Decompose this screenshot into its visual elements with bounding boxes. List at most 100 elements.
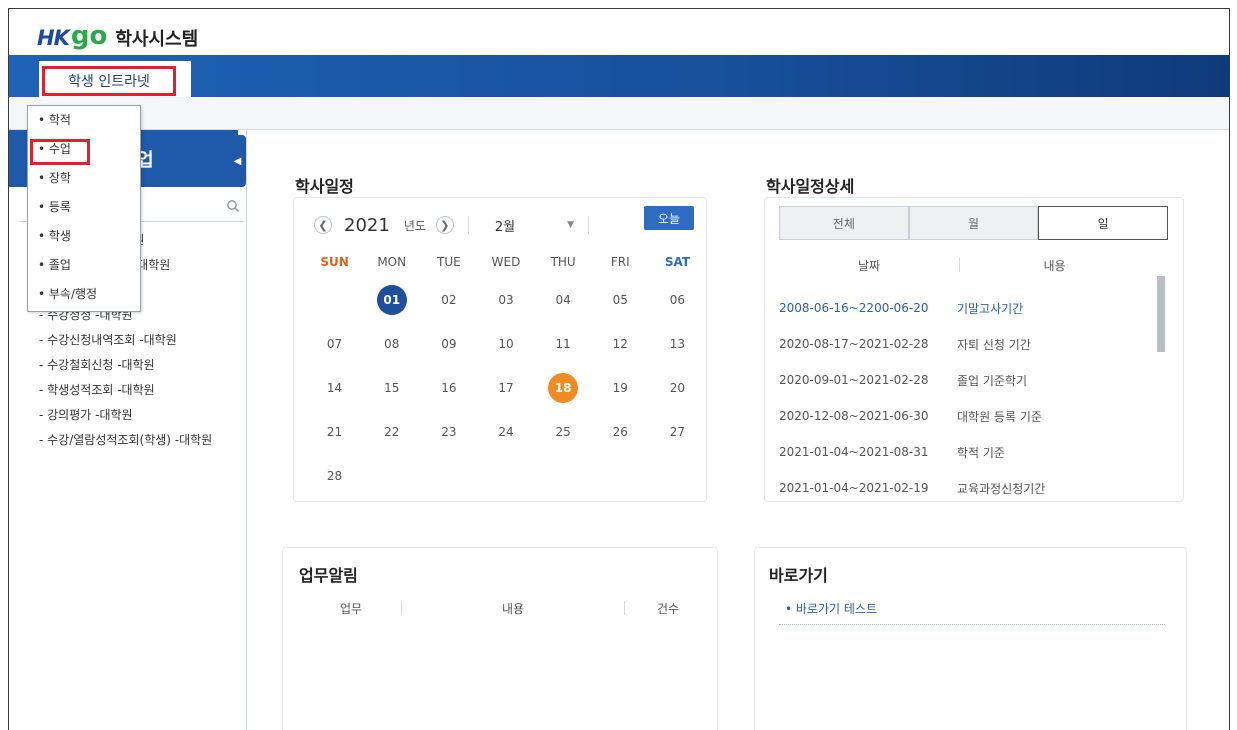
calendar-day[interactable]: 09 <box>420 337 477 351</box>
column-content: 내용 <box>501 601 525 616</box>
schedule-date: 2021-01-04~2021-02-19 <box>779 481 929 495</box>
calendar-day[interactable]: 19 <box>592 381 649 395</box>
tab-all[interactable]: 전체 <box>779 206 909 240</box>
schedule-content: 졸업 기준학기 <box>957 373 1028 388</box>
column-count: 건수 <box>656 601 680 616</box>
prev-year-button[interactable]: ❮ <box>314 216 332 234</box>
calendar-day[interactable]: 21 <box>306 425 363 439</box>
schedule-card: 전체 월 일 날짜 내용 2008-06-16~2200-06-20 기말고사기… <box>764 197 1184 502</box>
calendar-year-label: 년도 <box>403 218 426 233</box>
calendar-day[interactable]: 12 <box>592 337 649 351</box>
schedule-date: 2020-08-17~2021-02-28 <box>779 337 929 351</box>
logo[interactable]: HK go 학사시스템 <box>37 21 199 53</box>
schedule-table-header: 날짜 내용 <box>779 250 1149 280</box>
calendar-week-row: 01 02 03 04 05 06 <box>306 278 706 322</box>
menu-item-academic-record[interactable]: • 학적 <box>28 106 140 135</box>
calendar-day[interactable]: 08 <box>363 337 420 351</box>
schedule-filter-tabs: 전체 월 일 <box>779 206 1169 240</box>
schedule-date: 2020-12-08~2021-06-30 <box>779 409 929 423</box>
today-day-badge[interactable]: 18 <box>548 373 579 403</box>
menu-item-student[interactable]: • 학생 <box>28 222 140 251</box>
calendar-day[interactable]: 07 <box>306 337 363 351</box>
calendar-day[interactable]: 03 <box>477 293 534 307</box>
calendar-day[interactable]: 26 <box>592 425 649 439</box>
calendar-separator <box>467 216 469 234</box>
column-content: 내용 <box>1043 258 1066 273</box>
weekday-label: MON <box>377 255 407 269</box>
menu-item-registration[interactable]: • 등록 <box>28 193 140 222</box>
sidebar-item[interactable]: - 수강신청내역조회 -대학원 <box>39 328 244 353</box>
menu-item-graduation[interactable]: • 졸업 <box>28 251 140 280</box>
calendar-day[interactable]: 23 <box>420 425 477 439</box>
calendar-weeks: 01 02 03 04 05 06 07 08 09 10 11 12 13 14 15 16 17 18 19 20… <box>306 278 706 498</box>
today-button[interactable]: 오늘 <box>644 206 694 230</box>
sidebar-item[interactable]: - 강의평가 -대학원 <box>39 403 244 428</box>
tab-day[interactable]: 일 <box>1038 206 1169 240</box>
calendar-week-row: 28 <box>306 454 706 498</box>
calendar-day[interactable]: 06 <box>649 293 706 307</box>
tab-month[interactable]: 월 <box>908 206 1039 240</box>
schedule-row[interactable]: 2021-01-04~2021-02-19 교육과정신청기간 <box>779 470 1149 506</box>
calendar-day[interactable]: 11 <box>535 337 592 351</box>
schedule-date: 2020-09-01~2021-02-28 <box>779 373 929 387</box>
calendar-day[interactable]: 02 <box>420 293 477 307</box>
calendar-separator <box>588 216 590 234</box>
search-icon[interactable] <box>226 199 240 213</box>
calendar-day[interactable]: 04 <box>535 293 592 307</box>
schedule-row[interactable]: 2008-06-16~2200-06-20 기말고사기간 <box>779 290 1149 326</box>
calendar-day[interactable]: 13 <box>649 337 706 351</box>
calendar-day[interactable]: 10 <box>477 337 534 351</box>
column-task: 업무 <box>339 601 363 616</box>
calendar-day[interactable]: 27 <box>649 425 706 439</box>
collapse-sidebar-button[interactable]: ◀ <box>229 135 246 187</box>
sidebar-item[interactable]: - 학생성적조회 -대학원 <box>39 378 244 403</box>
intranet-dropdown-menu: • 학적 • 수업 • 장학 • 등록 • 학생 • 졸업 • 부속/행정 <box>27 105 141 312</box>
schedule-content: 기말고사기간 <box>957 301 1024 316</box>
schedule-row[interactable]: 2020-08-17~2021-02-28 자퇴 신청 기간 <box>779 326 1149 362</box>
selected-day-badge[interactable]: 01 <box>376 285 407 315</box>
calendar-day[interactable]: 24 <box>477 425 534 439</box>
month-select[interactable]: 2월 <box>495 216 515 235</box>
calendar-day[interactable]: 16 <box>420 381 477 395</box>
menu-item-class-highlight <box>30 139 90 165</box>
logo-go: go <box>70 21 108 51</box>
tab-student-intranet-label[interactable]: 학생 인트라넷 <box>42 66 176 96</box>
schedule-content: 대학원 등록 기준 <box>957 409 1042 424</box>
schedule-scrollbar[interactable] <box>1157 276 1165 352</box>
column-date: 날짜 <box>857 258 881 273</box>
calendar-day[interactable]: 20 <box>649 381 706 395</box>
calendar-day[interactable]: 15 <box>363 381 420 395</box>
sub-nav-bar <box>9 97 1229 130</box>
chevron-down-icon[interactable]: ▼ <box>567 220 574 230</box>
calendar-day[interactable]: 14 <box>306 381 363 395</box>
calendar-week-row: 14 15 16 17 18 19 20 <box>306 366 706 410</box>
quick-link-test[interactable]: • 바로가기 테스트 <box>785 600 877 617</box>
app-title: 학사시스템 <box>115 29 199 50</box>
sidebar-item[interactable]: - 수강철회신청 -대학원 <box>39 353 244 378</box>
weekday-label: SAT <box>664 255 690 269</box>
calendar-day[interactable]: 05 <box>592 293 649 307</box>
menu-item-affiliated[interactable]: • 부속/행정 <box>28 280 140 309</box>
top-nav-bar <box>9 55 1229 97</box>
work-alert-card: 업무알림 업무 내용 건수 <box>282 547 718 730</box>
weekday-label: FRI <box>610 255 630 269</box>
quick-link-divider <box>779 624 1165 625</box>
calendar-day[interactable]: 22 <box>363 425 420 439</box>
menu-item-scholarship[interactable]: • 장학 <box>28 164 140 193</box>
calendar-day[interactable]: 28 <box>306 469 363 483</box>
calendar-day[interactable]: 17 <box>477 381 534 395</box>
schedule-row[interactable]: 2021-01-04~2021-08-31 학적 기준 <box>779 434 1149 470</box>
sidebar-item[interactable]: - 수강/열람성적조회(학생) -대학원 <box>39 428 244 453</box>
work-alert-header: 업무 내용 건수 <box>301 596 711 620</box>
schedule-row[interactable]: 2020-09-01~2021-02-28 졸업 기준학기 <box>779 362 1149 398</box>
calendar-year: 2021 <box>344 214 390 236</box>
schedule-row[interactable]: 2020-12-08~2021-06-30 대학원 등록 기준 <box>779 398 1149 434</box>
app-window: HK go 학사시스템 학생 인트라넷 업 ◀ -대학원 조회 -대학원 대학원… <box>8 8 1230 730</box>
calendar-day[interactable]: 25 <box>535 425 592 439</box>
calendar-day[interactable]: 18 <box>535 373 592 403</box>
calendar-day[interactable]: 01 <box>363 285 420 315</box>
weekday-label: WED <box>491 255 521 269</box>
logo-hk: HK <box>37 26 70 50</box>
schedule-date: 2021-01-04~2021-08-31 <box>779 445 929 459</box>
next-year-button[interactable]: ❯ <box>435 216 454 234</box>
